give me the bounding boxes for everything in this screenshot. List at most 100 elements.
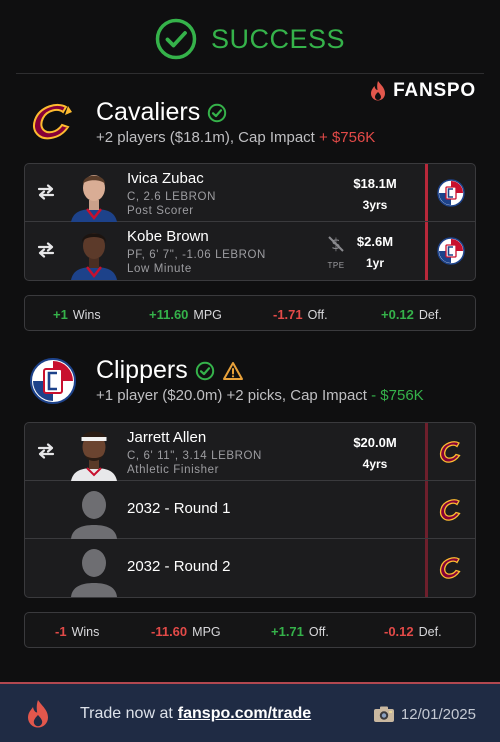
fanspo-brand[interactable]: FANSPO xyxy=(368,80,476,102)
player-row[interactable]: Jarrett Allen C, 6' 11", 3.14 LEBRON Athl… xyxy=(25,423,475,481)
player-name[interactable]: Kobe Brown xyxy=(127,228,209,245)
swap-arrows-icon xyxy=(37,443,55,459)
def-stat: +0.12 Def. xyxy=(381,307,442,322)
off-value: +1.71 xyxy=(271,624,304,639)
outgoing-team-strip xyxy=(425,539,475,597)
player-position-rating: C, 6' 11", 3.14 LEBRON xyxy=(127,450,262,462)
draft-pick-name: 2032 - Round 1 xyxy=(127,500,231,517)
clippers-logo-icon xyxy=(30,358,76,404)
flame-logo-icon xyxy=(28,700,48,728)
salary: $2.6M xyxy=(356,234,394,249)
off-value: -1.71 xyxy=(273,307,303,322)
wins-value: +1 xyxy=(53,307,68,322)
silhouette-avatar xyxy=(71,491,117,539)
team-name-label: Clippers xyxy=(96,356,188,384)
player-position-rating: C, 2.6 LEBRON xyxy=(127,191,216,203)
player-position-rating: PF, 6' 7", -1.06 LEBRON xyxy=(127,249,266,261)
player-details: C, 6' 11", 3.14 LEBRON Athletic Finisher xyxy=(127,449,262,477)
cap-impact: - $756K xyxy=(371,387,424,404)
clippers-logo-icon xyxy=(437,179,465,207)
draft-pick-name: 2032 - Round 2 xyxy=(127,558,231,575)
brand-name: FANSPO xyxy=(393,80,476,101)
def-value: +0.12 xyxy=(381,307,414,322)
cavaliers-incoming-card: Ivica Zubac C, 2.6 LEBRON Post Scorer $18… xyxy=(24,163,476,281)
outgoing-team-strip xyxy=(425,164,475,221)
def-value: -0.12 xyxy=(384,624,414,639)
contract-years: 4yrs xyxy=(362,457,388,471)
trade-cta: Trade now at fanspo.com/trade xyxy=(80,705,311,723)
salary: $18.1M xyxy=(353,176,397,191)
draft-pick-row[interactable]: 2032 - Round 1 xyxy=(25,481,475,539)
contract-info: $18.1M 3yrs xyxy=(345,176,405,212)
flame-logo-icon xyxy=(371,81,386,101)
cap-impact: + $756K xyxy=(319,129,376,146)
success-banner: SUCCESS xyxy=(0,18,500,60)
player-role: Post Scorer xyxy=(127,205,194,217)
player-photo-avatar xyxy=(71,233,117,280)
warning-triangle-icon[interactable] xyxy=(222,361,244,381)
cavaliers-logo-icon xyxy=(439,499,461,521)
footer-bar: Trade now at fanspo.com/trade 12/01/2025 xyxy=(0,682,500,742)
wins-label: Wins xyxy=(72,308,101,322)
swap-arrows-icon xyxy=(37,242,55,258)
outgoing-team-strip xyxy=(425,481,475,538)
camera-icon xyxy=(373,706,394,722)
team-summary: +1 player ($20.0m) +2 picks, Cap Impact … xyxy=(96,387,424,404)
team-name: Cavaliers xyxy=(96,98,227,127)
contract-years: 1yr xyxy=(365,256,385,270)
summary-text: +2 players ($18.1m), Cap Impact xyxy=(96,129,320,146)
contract-years: 3yrs xyxy=(362,198,388,212)
outgoing-team-strip xyxy=(425,222,475,280)
wins-value: -1 xyxy=(55,624,67,639)
wins-stat: +1 Wins xyxy=(53,307,101,322)
def-label: Def. xyxy=(418,625,442,639)
check-circle-icon xyxy=(208,103,227,122)
team-name-label: Cavaliers xyxy=(96,98,201,126)
def-label: Def. xyxy=(418,308,442,322)
mpg-stat: +11.60 MPG xyxy=(149,307,222,322)
swap-arrows-icon xyxy=(37,184,55,200)
cavaliers-impact-stats: +1 Wins +11.60 MPG -1.71 Off. +0.12 Def. xyxy=(24,295,476,331)
cavaliers-logo-icon xyxy=(439,557,461,579)
check-circle-icon xyxy=(155,18,197,60)
team-name: Clippers xyxy=(96,356,244,385)
salary: $20.0M xyxy=(353,435,397,450)
check-circle-icon xyxy=(195,361,214,380)
mpg-stat: -11.60 MPG xyxy=(151,624,221,639)
no-money-icon: $ xyxy=(328,235,344,253)
player-name[interactable]: Ivica Zubac xyxy=(127,170,204,187)
mpg-label: MPG xyxy=(193,308,222,322)
player-photo-avatar xyxy=(71,431,117,481)
player-details: PF, 6' 7", -1.06 LEBRON Low Minute xyxy=(127,248,266,276)
player-role: Athletic Finisher xyxy=(127,464,220,476)
clippers-logo-icon xyxy=(437,237,465,265)
off-stat: +1.71 Off. xyxy=(271,624,329,639)
team-summary: +2 players ($18.1m), Cap Impact + $756K xyxy=(96,129,375,146)
mpg-value: +11.60 xyxy=(149,307,189,322)
def-stat: -0.12 Def. xyxy=(384,624,442,639)
success-title: SUCCESS xyxy=(210,23,346,54)
success-header: SUCCESS xyxy=(0,0,500,74)
summary-text: +1 player ($20.0m) +2 picks, Cap Impact xyxy=(96,387,372,404)
player-row[interactable]: Ivica Zubac C, 2.6 LEBRON Post Scorer $18… xyxy=(25,164,475,222)
player-details: C, 2.6 LEBRON Post Scorer xyxy=(127,190,216,218)
mpg-value: -11.60 xyxy=(151,624,188,639)
player-photo-avatar xyxy=(71,175,117,222)
cavaliers-logo-icon xyxy=(33,103,72,140)
mpg-label: MPG xyxy=(192,625,221,639)
date-text: 12/01/2025 xyxy=(400,705,476,723)
player-name[interactable]: Jarrett Allen xyxy=(127,429,206,446)
header-divider xyxy=(16,73,484,74)
clippers-incoming-card: Jarrett Allen C, 6' 11", 3.14 LEBRON Athl… xyxy=(24,422,476,598)
cavaliers-logo-icon xyxy=(439,441,461,463)
trade-link[interactable]: fanspo.com/trade xyxy=(178,705,311,722)
draft-pick-row[interactable]: 2032 - Round 2 xyxy=(25,539,475,597)
clippers-impact-stats: -1 Wins -11.60 MPG +1.71 Off. -0.12 Def. xyxy=(24,612,476,648)
off-label: Off. xyxy=(307,308,328,322)
player-row[interactable]: Kobe Brown PF, 6' 7", -1.06 LEBRON Low Mi… xyxy=(25,222,475,280)
player-role: Low Minute xyxy=(127,263,192,275)
screenshot-date: 12/01/2025 xyxy=(373,705,476,723)
contract-info: $20.0M 4yrs xyxy=(345,435,405,471)
silhouette-avatar xyxy=(71,549,117,597)
off-label: Off. xyxy=(308,625,329,639)
